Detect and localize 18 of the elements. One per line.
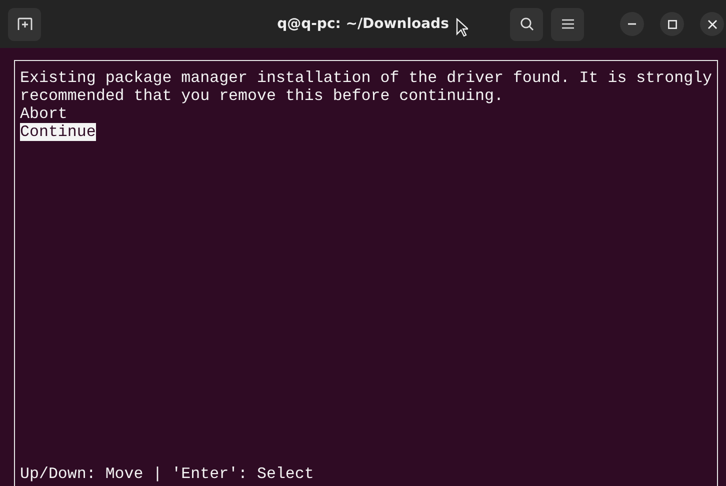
minimize-icon <box>628 23 636 25</box>
new-tab-icon <box>16 17 32 31</box>
close-icon <box>708 20 716 28</box>
menu-button[interactable] <box>551 8 584 40</box>
key-hint: Up/Down: Move | 'Enter': Select <box>20 465 314 483</box>
close-button[interactable] <box>700 12 724 36</box>
menu-option[interactable]: Abort <box>20 105 68 123</box>
mouse-pointer-icon <box>456 18 468 37</box>
menu-icon <box>562 19 574 29</box>
window-title: q@q-pc: ~/Downloads <box>277 16 449 32</box>
search-icon <box>520 17 534 31</box>
search-button[interactable] <box>510 8 543 40</box>
maximize-icon <box>668 20 676 28</box>
new-tab-button[interactable] <box>8 8 41 40</box>
minimize-button[interactable] <box>620 12 644 36</box>
maximize-button[interactable] <box>660 12 684 36</box>
message-text: Existing package manager installation of the driver found. It is strongly recommended that you remove this before continuing. <box>20 69 712 105</box>
menu-option[interactable]: Continue <box>20 123 96 141</box>
